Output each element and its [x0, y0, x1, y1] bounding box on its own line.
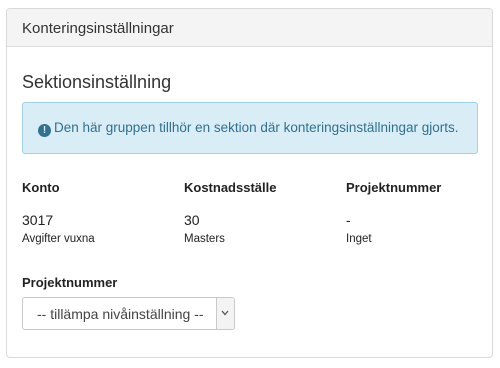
section-title: Sektionsinställning [22, 72, 172, 92]
konto-description: Avgifter vuxna [22, 233, 95, 245]
konto-header: Konto [22, 180, 60, 195]
alert-text: Den här gruppen tillhör en sektion där k… [54, 120, 459, 135]
konto-value: 3017 [22, 212, 54, 228]
kostnadsstalle-description: Masters [184, 233, 225, 245]
konto-column: Konto 3017 Avgifter vuxna [22, 180, 95, 245]
projektnummer-header: Projektnummer [346, 180, 442, 195]
projektnummer-column: Projektnummer - Inget [346, 180, 441, 245]
info-alert: ! Den här gruppen tillhör en sektion där … [22, 102, 478, 154]
projektnummer-field-label: Projektnummer [22, 275, 118, 290]
dropdown-toggle[interactable] [216, 298, 234, 329]
kostnadsstalle-column: Kostnadsställe 30 Masters [184, 180, 276, 245]
projektnummer-value: - [346, 212, 351, 228]
projektnummer-select-value: -- tillämpa nivåinställning -- [37, 306, 204, 322]
kostnadsstalle-value: 30 [184, 212, 200, 228]
projektnummer-select[interactable]: -- tillämpa nivåinställning -- [22, 297, 235, 330]
kostnadsstalle-header: Kostnadsställe [184, 180, 277, 195]
panel-title: Konteringsinställningar [7, 9, 492, 47]
konteringsinstallningar-panel: Konteringsinställningar Sektionsinställn… [6, 8, 493, 358]
projektnummer-description: Inget [346, 233, 372, 245]
chevron-down-icon [221, 310, 229, 316]
info-circle-icon: ! [38, 124, 51, 137]
